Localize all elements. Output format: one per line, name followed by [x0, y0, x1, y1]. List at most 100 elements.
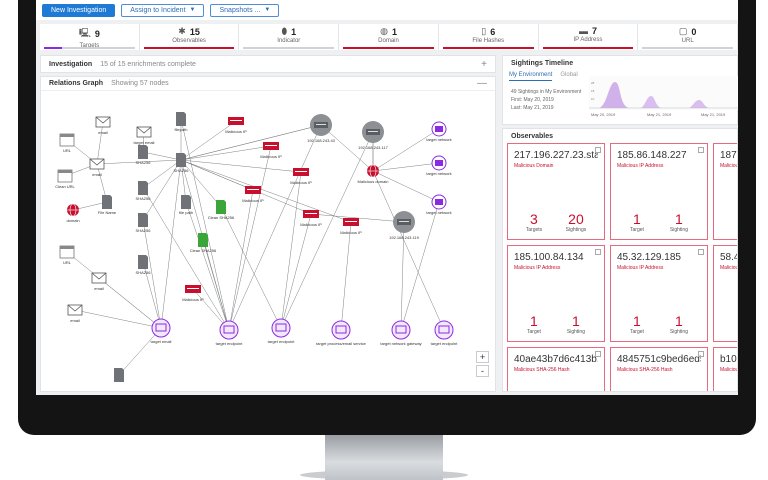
obs-stat-label: Target [630, 227, 644, 233]
observable-card[interactable]: b101cd29e18a515... Malicious SHA-256 Hash [713, 347, 737, 391]
graph-node-globe[interactable]: Malicious domain [358, 164, 389, 184]
observable-card[interactable]: 58.49.58.58 Malicious IP Address 1Target [713, 245, 737, 342]
zoom-out-button[interactable]: - [476, 365, 489, 377]
graph-node-file[interactable]: SHA256 [136, 181, 152, 201]
graph-node-ip[interactable]: Malicious IP [225, 117, 247, 134]
observable-type: Malicious IP Address [720, 163, 737, 169]
graph-node-label: SHA256 [136, 228, 152, 233]
graph-node-target[interactable]: target endpoint [268, 318, 296, 344]
graph-node-file[interactable]: File Name [98, 195, 117, 215]
obs-stat-label: Sightings [565, 227, 587, 233]
obs-stat-1: 1 Target [527, 313, 541, 335]
graph-node-file[interactable]: file path [179, 195, 193, 215]
graph-node-ip[interactable]: Malicious IP [242, 186, 264, 203]
observable-type: Malicious SHA-256 Hash [720, 367, 737, 373]
graph-node-target[interactable]: target email [151, 318, 172, 344]
summary-indicator[interactable]: ⬮ 1 Indicator [239, 24, 340, 50]
graph-node-label: target network gateway [380, 341, 421, 346]
summary-count: 1 [391, 26, 397, 37]
graph-node-target[interactable]: target network gateway [380, 320, 422, 346]
select-checkbox[interactable] [595, 249, 601, 255]
summary-domain[interactable]: ◍ 1 Domain [339, 24, 439, 50]
observable-card[interactable]: 187.33.33.8 Malicious IP Address 1Target [713, 143, 737, 240]
select-checkbox[interactable] [698, 351, 704, 357]
graph-node-ip[interactable]: Malicious IP [300, 210, 322, 227]
add-icon[interactable]: + [481, 59, 487, 70]
sightings-chart[interactable]: 28 18 10 May 20, 2019 May 21, 2019 May 21, 20… [589, 76, 738, 122]
observable-value: 40ae43b7d6c413b... [514, 354, 598, 365]
graph-edge [180, 145, 272, 161]
graph-node-email[interactable]: email [91, 272, 107, 291]
graph-node-file[interactable]: SHA256 [136, 145, 152, 165]
graph-node-label: email [98, 130, 108, 135]
select-checkbox[interactable] [595, 351, 601, 357]
graph-node-file[interactable]: filepath [175, 112, 188, 132]
new-investigation-button[interactable]: New Investigation [42, 3, 116, 17]
tab-my-environment[interactable]: My Environment [509, 72, 553, 81]
graph-node-email[interactable]: email [67, 304, 83, 323]
summary-label: IP Address [573, 37, 603, 43]
graph-node-cleanfile[interactable]: Clean SHA256 [208, 200, 235, 220]
doc-icon: ▢ [678, 26, 688, 36]
graph-node-file[interactable]: SHA256 [136, 213, 152, 233]
y-tick-label: 10 [591, 97, 595, 101]
graph-node-label: Malicious IP [242, 198, 264, 203]
tab-global[interactable]: Global [560, 72, 577, 81]
observable-card[interactable]: 4845751c9bed6ed5... Malicious SHA-256 Has… [610, 347, 708, 391]
observable-card[interactable]: 40ae43b7d6c413b... Malicious SHA-256 Hash [507, 347, 605, 391]
graph-node-device[interactable]: target network [426, 121, 452, 142]
obs-stat-label: Sighting [669, 227, 688, 233]
obs-stat-number: 1 [633, 211, 641, 227]
graph-node-email[interactable]: email [89, 158, 105, 177]
observable-card[interactable]: 185.86.148.227 Malicious IP Address 1 Targe… [610, 143, 708, 240]
graph-node-ip[interactable]: Malicious IP [290, 168, 312, 185]
summary-count: 15 [189, 26, 200, 37]
graph-node-doc[interactable]: URL [59, 245, 75, 265]
summary-ip-address[interactable]: ▬ 7 IP Address [539, 24, 639, 50]
graph-node-email[interactable]: target email [134, 126, 155, 145]
observable-card[interactable]: 45.32.129.185 Malicious IP Address 1 Target… [610, 245, 708, 342]
graph-node-file[interactable] [114, 368, 124, 382]
graph-node-target[interactable]: target endpoint [216, 320, 244, 346]
graph-node-label: target email [134, 140, 155, 145]
graph-node-server[interactable]: 192.168.243.43 [307, 114, 336, 143]
relations-graph[interactable]: email target email filepath Malicious IP 192… [41, 92, 497, 392]
obs-stat-label: Sighting [669, 329, 688, 335]
zoom-in-button[interactable]: + [476, 351, 489, 363]
observable-card[interactable]: 217.196.227.23.sta... Malicious Domain 3Ta… [507, 143, 605, 240]
graph-node-label: email [94, 286, 104, 291]
snapshots-button[interactable]: Snapshots ... ▼ [210, 3, 280, 17]
select-checkbox[interactable] [595, 147, 601, 153]
graph-node-label: target endpoint [268, 339, 296, 344]
obs-stat-1: 1 Target [630, 313, 644, 335]
graph-node-ip[interactable]: Malicious IP [260, 142, 282, 159]
summary-targets[interactable]: 🖳 9 Targets [40, 24, 140, 50]
assign-to-incident-button[interactable]: Assign to Incident ▼ [121, 3, 205, 17]
observable-card[interactable]: 185.100.84.134 Malicious IP Address 1 Targe… [507, 245, 605, 342]
graph-node-label: target network [426, 137, 451, 142]
graph-node-server[interactable]: 192.168.243.119 [389, 211, 420, 240]
select-checkbox[interactable] [698, 147, 704, 153]
graph-node-target[interactable]: target endpoint [431, 320, 459, 346]
graph-node-doc[interactable]: Clean URL [55, 169, 76, 189]
graph-node-label: target endpoint [216, 341, 244, 346]
graph-node-ip[interactable]: Malicious IP [340, 218, 362, 235]
graph-node-globe[interactable]: domain [66, 203, 80, 223]
summary-observables[interactable]: ✱ 15 Observables [140, 24, 240, 50]
graph-node-email[interactable]: email [95, 116, 111, 135]
graph-node-server[interactable]: 192.168.243.117 [358, 121, 389, 150]
select-checkbox[interactable] [698, 249, 704, 255]
summary-url[interactable]: ▢ 0 URL [638, 24, 738, 50]
graph-node-target[interactable]: target process/email service [316, 320, 367, 346]
summary-file-hashes[interactable]: ▯ 6 File Hashes [439, 24, 539, 50]
graph-node-ip[interactable]: Malicious IP [182, 285, 204, 302]
observable-value: 185.86.148.227 [617, 150, 687, 161]
graph-node-file[interactable]: SHA256 [136, 255, 152, 275]
graph-node-cleanfile[interactable]: Clean SHA256 [190, 233, 217, 253]
graph-node-device[interactable]: target network [426, 155, 452, 176]
collapse-icon[interactable]: — [477, 78, 487, 89]
graph-node-doc[interactable]: URL [59, 133, 75, 153]
obs-stat-2: 1 Sighting [670, 211, 688, 233]
summary-progress [343, 47, 434, 49]
nodes-count: Showing 57 nodes [111, 80, 169, 87]
